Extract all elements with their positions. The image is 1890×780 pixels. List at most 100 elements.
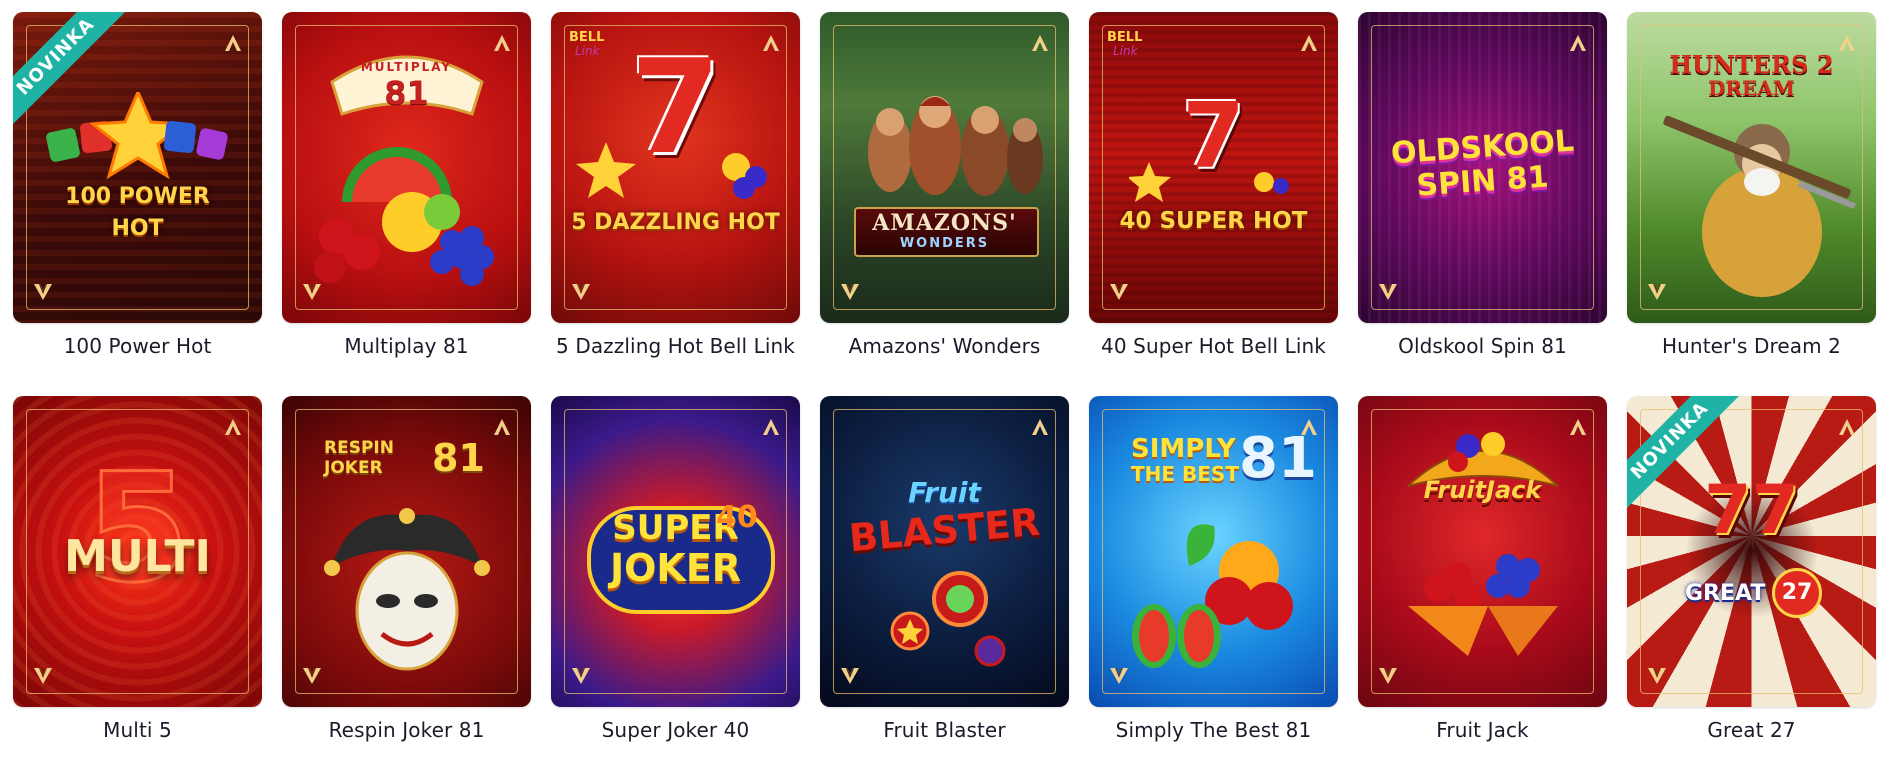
new-badge: NOVINKA	[1627, 396, 1747, 516]
art-subtitle: HOT	[111, 216, 164, 241]
game-title[interactable]: Great 27	[1627, 718, 1876, 742]
game-title[interactable]: Amazons' Wonders	[820, 334, 1069, 358]
provider-v-icon	[1378, 283, 1398, 301]
game-tile-super-joker-40[interactable]: SUPER 40 JOKER Super Joker 40	[551, 396, 800, 780]
game-thumbnail[interactable]: RESPIN JOKER 81	[282, 396, 531, 707]
provider-v-icon	[571, 283, 591, 301]
art-title: 5 DAZZLING HOT	[571, 210, 780, 235]
game-title[interactable]: Respin Joker 81	[282, 718, 531, 742]
game-tile-multi-5[interactable]: 5 MULTI Multi 5	[13, 396, 262, 780]
provider-v-icon	[571, 667, 591, 685]
art-number: 81	[384, 74, 429, 112]
game-title[interactable]: Multi 5	[13, 718, 262, 742]
game-title[interactable]: 100 Power Hot	[13, 334, 262, 358]
new-badge: NOVINKA	[13, 12, 133, 132]
art-number: 81	[432, 436, 485, 480]
new-badge-label: NOVINKA	[13, 12, 129, 130]
game-tile-oldskool-spin-81[interactable]: OLDSKOOL SPIN 81 Oldskool Spin 81	[1358, 12, 1607, 396]
game-thumbnail[interactable]: 100 POWER HOT NOVINKA	[13, 12, 262, 323]
game-grid: 100 POWER HOT NOVINKA 100 Power Hot MULT…	[13, 12, 1877, 780]
game-tile-great-27[interactable]: 77 GREAT 27 NOVINKA Great 27	[1627, 396, 1876, 780]
fruit-bowl-art	[1408, 554, 1558, 656]
game-tile-simply-the-best-81[interactable]: SIMPLY THE BEST 81 Simply The Best 81	[1089, 396, 1338, 780]
joker-mask-art	[324, 508, 490, 671]
link-label: Link	[1113, 44, 1138, 58]
game-tile-amazons-wonders[interactable]: AMAZONS' WONDERS Amazons' Wonders	[820, 12, 1069, 396]
art-title: 100 POWER	[65, 184, 210, 209]
art-subtitle: JOKER	[609, 546, 742, 590]
game-tile-100-power-hot[interactable]: 100 POWER HOT NOVINKA 100 Power Hot	[13, 12, 262, 396]
provider-a-icon	[762, 418, 780, 436]
game-thumbnail[interactable]: 5 MULTI	[13, 396, 262, 707]
provider-v-icon	[33, 283, 53, 301]
game-tile-fruit-blaster[interactable]: Fruit BLASTER Fruit Blaster	[820, 396, 1069, 780]
provider-a-icon	[493, 418, 511, 436]
game-tile-hunters-dream-2[interactable]: HUNTERS 2 DREAM Hunter's Dream 2	[1627, 12, 1876, 396]
game-thumbnail[interactable]: MULTIPLAY 81	[282, 12, 531, 323]
game-thumbnail[interactable]: FruitJack	[1358, 396, 1607, 707]
provider-a-icon	[1838, 34, 1856, 52]
game-tile-40-super-hot-bell-link[interactable]: BELL Link 7 40 SUPER HOT 40 Super Hot Be…	[1089, 12, 1338, 396]
fruit-art	[576, 142, 767, 199]
provider-a-icon	[1569, 34, 1587, 52]
game-title[interactable]: Multiplay 81	[282, 334, 531, 358]
game-title[interactable]: Hunter's Dream 2	[1627, 334, 1876, 358]
orb-art	[890, 571, 1006, 667]
provider-a-icon	[1569, 418, 1587, 436]
game-thumbnail[interactable]: OLDSKOOL SPIN 81	[1358, 12, 1607, 323]
game-tile-multiplay-81[interactable]: MULTIPLAY 81 Multiplay 81	[282, 12, 531, 396]
provider-a-icon	[1300, 34, 1318, 52]
provider-a-icon	[762, 34, 780, 52]
game-thumbnail[interactable]: HUNTERS 2 DREAM	[1627, 12, 1876, 323]
game-title[interactable]: 5 Dazzling Hot Bell Link	[551, 334, 800, 358]
provider-v-icon	[1109, 283, 1129, 301]
game-thumbnail[interactable]: 77 GREAT 27 NOVINKA	[1627, 396, 1876, 707]
art-title: GREAT	[1685, 581, 1766, 606]
game-thumbnail[interactable]: SIMPLY THE BEST 81	[1089, 396, 1338, 707]
provider-a-icon	[1300, 418, 1318, 436]
provider-a-icon	[1031, 34, 1049, 52]
provider-v-icon	[840, 667, 860, 685]
game-title[interactable]: Fruit Jack	[1358, 718, 1607, 742]
game-thumbnail[interactable]: BELL Link 7 5 DAZZLING HOT	[551, 12, 800, 323]
warriors-art	[868, 96, 1043, 196]
new-badge-label: NOVINKA	[1627, 396, 1743, 514]
provider-a-icon	[1838, 418, 1856, 436]
game-thumbnail[interactable]: Fruit BLASTER	[820, 396, 1069, 707]
provider-v-icon	[302, 283, 322, 301]
provider-v-icon	[302, 667, 322, 685]
game-tile-respin-joker-81[interactable]: RESPIN JOKER 81 Respin Joker 81	[282, 396, 531, 780]
provider-v-icon	[1647, 667, 1667, 685]
game-title[interactable]: Simply The Best 81	[1089, 718, 1338, 742]
fruit-art	[314, 147, 494, 286]
art-number: 27	[1772, 568, 1822, 618]
game-tile-5-dazzling-hot-bell-link[interactable]: BELL Link 7 5 DAZZLING HOT 5 Dazzling Ho…	[551, 12, 800, 396]
art-title: RESPIN	[324, 438, 394, 458]
game-title[interactable]: Oldskool Spin 81	[1358, 334, 1607, 358]
art-title: SIMPLY	[1131, 434, 1236, 464]
game-title[interactable]: Fruit Blaster	[820, 718, 1069, 742]
provider-a-icon	[493, 34, 511, 52]
game-tile-fruit-jack[interactable]: FruitJack Fruit Jack	[1358, 396, 1607, 780]
provider-a-icon	[224, 34, 242, 52]
provider-v-icon	[1647, 283, 1667, 301]
fruit-art	[1129, 162, 1289, 202]
game-title[interactable]: 40 Super Hot Bell Link	[1089, 334, 1338, 358]
art-title: 40 SUPER HOT	[1119, 208, 1308, 234]
provider-v-icon	[1378, 667, 1398, 685]
art-subtitle: JOKER	[324, 458, 383, 478]
art-title: HUNTERS 2	[1669, 50, 1834, 79]
bell-label: BELL	[1107, 30, 1143, 45]
provider-v-icon	[840, 283, 860, 301]
game-title[interactable]: Super Joker 40	[551, 718, 800, 742]
game-thumbnail[interactable]: AMAZONS' WONDERS	[820, 12, 1069, 323]
art-subtitle: WONDERS	[899, 236, 990, 251]
art-number: 40	[716, 500, 758, 535]
art-title: AMAZONS'	[872, 210, 1017, 236]
provider-v-icon	[33, 667, 53, 685]
game-thumbnail[interactable]: BELL Link 7 40 SUPER HOT	[1089, 12, 1338, 323]
hunter-art	[1663, 115, 1856, 297]
provider-v-icon	[1109, 667, 1129, 685]
provider-a-icon	[224, 418, 242, 436]
game-thumbnail[interactable]: SUPER 40 JOKER	[551, 396, 800, 707]
